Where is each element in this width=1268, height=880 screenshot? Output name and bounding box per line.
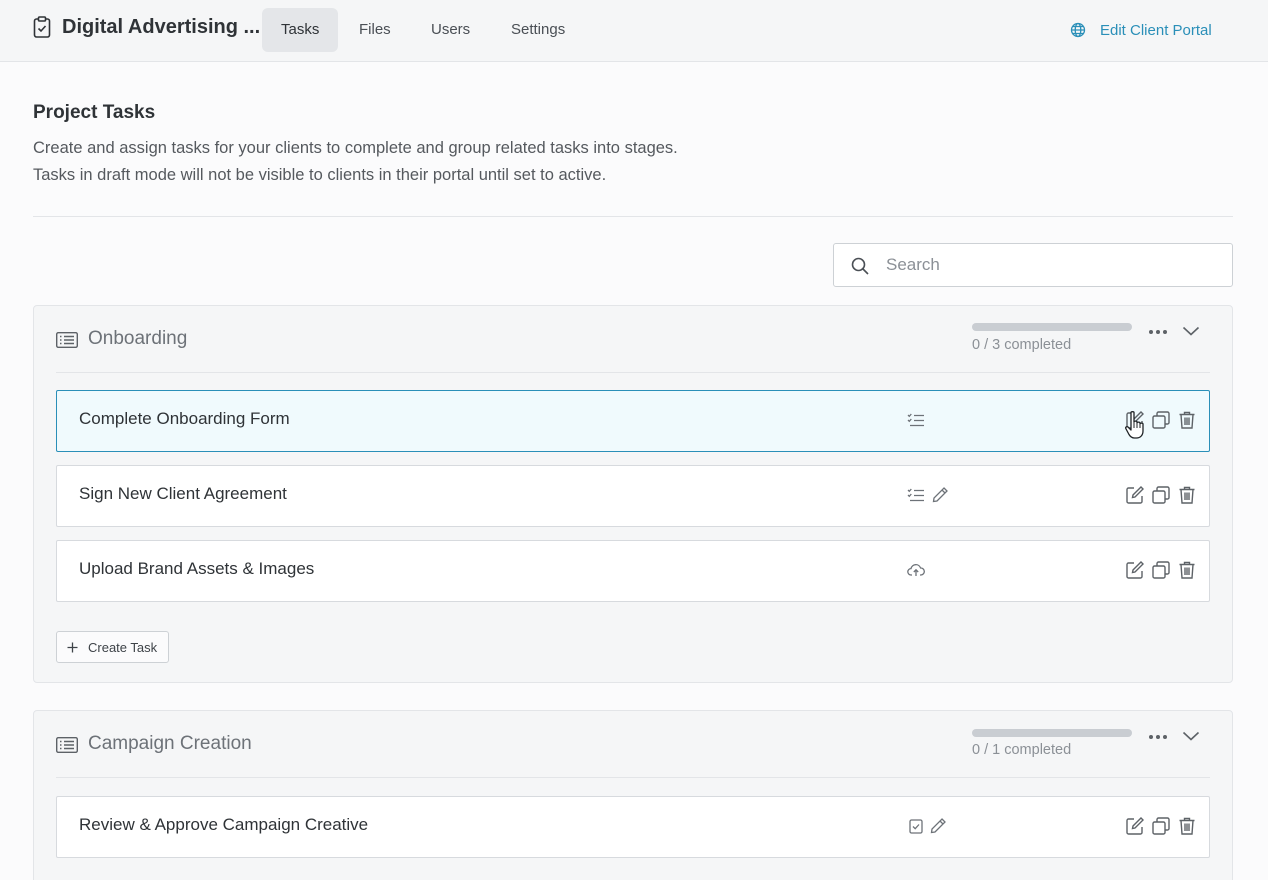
- signature-pen-icon: [932, 487, 948, 503]
- create-task-label: Create Task: [88, 639, 158, 655]
- globe-icon: [1070, 22, 1086, 38]
- create-task-button[interactable]: Create Task: [56, 631, 169, 663]
- edit-icon[interactable]: [1125, 560, 1145, 580]
- more-options-icon[interactable]: [1148, 734, 1168, 740]
- edit-client-portal-label: Edit Client Portal: [1100, 21, 1212, 39]
- page-description-line-1: Create and assign tasks for your clients…: [33, 139, 678, 157]
- tab-settings[interactable]: Settings: [492, 8, 584, 52]
- stage-card-campaign-creation: Campaign Creation 0 / 1 completed Review…: [33, 710, 1233, 880]
- trash-icon[interactable]: [1177, 560, 1197, 580]
- task-name: Complete Onboarding Form: [79, 409, 290, 428]
- stage-card-onboarding: Onboarding 0 / 3 completed Complete Onbo…: [33, 305, 1233, 683]
- top-bar: Digital Advertising ... Tasks Files User…: [0, 0, 1268, 62]
- page-title: Project Tasks: [33, 102, 156, 123]
- task-name: Review & Approve Campaign Creative: [79, 815, 369, 834]
- stage-separator: [56, 372, 1210, 373]
- trash-icon[interactable]: [1177, 410, 1197, 430]
- cloud-upload-icon: [907, 564, 925, 576]
- chevron-down-icon[interactable]: [1182, 325, 1200, 337]
- task-row[interactable]: Upload Brand Assets & Images: [56, 540, 1210, 602]
- task-row[interactable]: Complete Onboarding Form: [56, 390, 1210, 452]
- duplicate-icon[interactable]: [1151, 485, 1171, 505]
- project-title: Digital Advertising ...: [62, 16, 261, 38]
- page-description-line-2: Tasks in draft mode will not be visible …: [33, 166, 607, 184]
- search-box[interactable]: [833, 243, 1233, 287]
- tab-users[interactable]: Users: [412, 8, 489, 52]
- search-input[interactable]: [886, 244, 1216, 286]
- hand-cursor-icon: [1125, 411, 1144, 439]
- task-row[interactable]: Sign New Client Agreement: [56, 465, 1210, 527]
- stage-progress-bar: [972, 323, 1132, 331]
- chevron-down-icon[interactable]: [1182, 730, 1200, 742]
- duplicate-icon[interactable]: [1151, 816, 1171, 836]
- stage-progress-bar: [972, 729, 1132, 737]
- task-name: Upload Brand Assets & Images: [79, 559, 315, 578]
- search-icon: [851, 257, 869, 275]
- stage-name[interactable]: Campaign Creation: [88, 733, 252, 755]
- edit-icon[interactable]: [1125, 816, 1145, 836]
- duplicate-icon[interactable]: [1151, 410, 1171, 430]
- list-icon: [56, 737, 78, 753]
- edit-client-portal-link[interactable]: Edit Client Portal: [1070, 19, 1212, 41]
- tab-files[interactable]: Files: [340, 8, 410, 52]
- task-name: Sign New Client Agreement: [79, 484, 287, 503]
- list-icon: [56, 332, 78, 348]
- signature-pen-icon: [930, 818, 946, 834]
- stage-progress-text: 0 / 1 completed: [972, 742, 1072, 758]
- checklist-icon: [907, 413, 924, 427]
- task-row[interactable]: Review & Approve Campaign Creative: [56, 796, 1210, 858]
- stage-separator: [56, 777, 1210, 778]
- plus-icon: [67, 642, 78, 652]
- divider: [33, 216, 1233, 217]
- clipboard-check-icon: [33, 16, 51, 38]
- stage-progress-text: 0 / 3 completed: [972, 337, 1072, 353]
- duplicate-icon[interactable]: [1151, 560, 1171, 580]
- trash-icon[interactable]: [1177, 485, 1197, 505]
- edit-icon[interactable]: [1125, 485, 1145, 505]
- more-options-icon[interactable]: [1148, 329, 1168, 335]
- tab-tasks[interactable]: Tasks: [262, 8, 339, 52]
- trash-icon[interactable]: [1177, 816, 1197, 836]
- approval-checkbox-icon: [909, 819, 923, 834]
- stage-name[interactable]: Onboarding: [88, 328, 187, 350]
- checklist-icon: [907, 488, 924, 502]
